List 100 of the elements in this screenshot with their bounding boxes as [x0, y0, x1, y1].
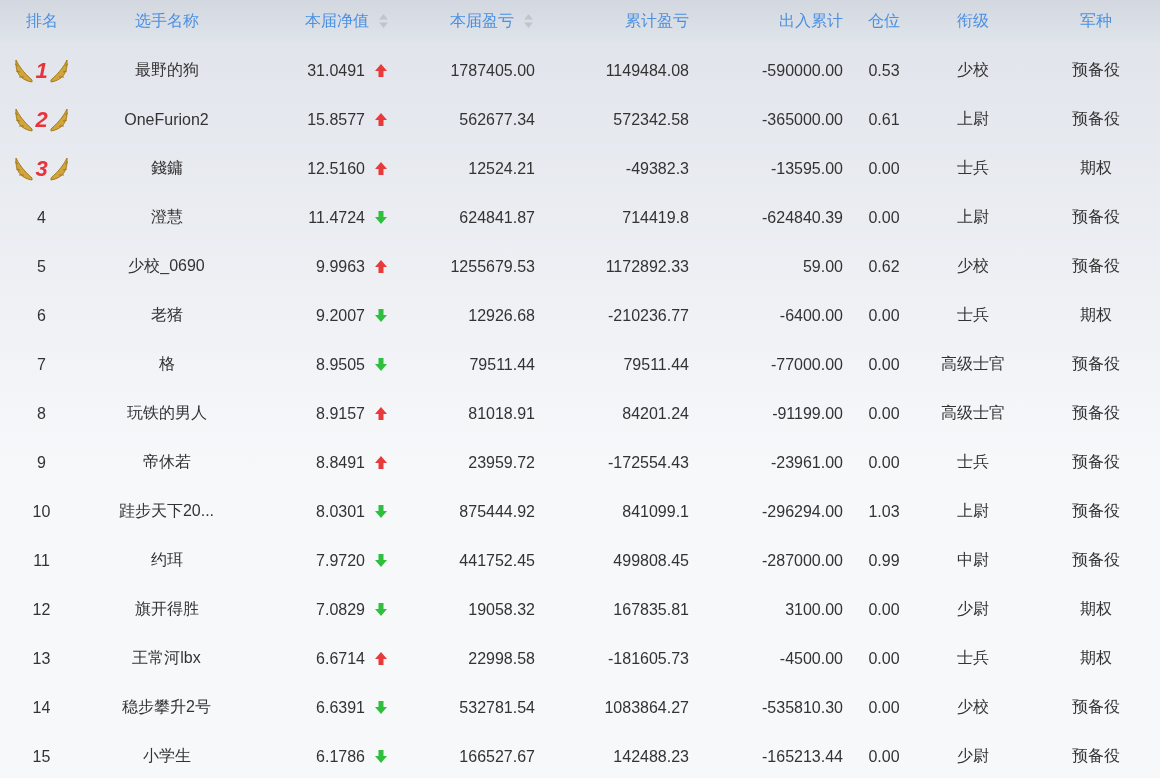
table-cell: -49382.3	[625, 159, 689, 178]
rank-number: 6	[37, 306, 46, 325]
sort-icon[interactable]	[379, 14, 388, 28]
table-cell: 19058.32	[468, 600, 535, 619]
player-name: OneFurion2	[124, 110, 209, 129]
table-cell: 875444.92	[459, 502, 535, 521]
net-value: 6.6714	[316, 649, 365, 668]
net-value: 9.9963	[316, 257, 365, 276]
laurel-icon	[48, 106, 69, 133]
column-header: 选手名称	[134, 10, 199, 31]
column-header[interactable]: 本届盈亏	[450, 10, 514, 32]
table-cell: 0.00	[868, 649, 900, 668]
net-value: 6.1786	[316, 747, 365, 766]
table-cell: 22998.58	[468, 649, 535, 668]
table-cell: 572342.58	[613, 110, 689, 129]
net-value: 8.0301	[316, 502, 365, 521]
table-cell: 12524.21	[468, 159, 535, 178]
table-cell: 0.00	[868, 208, 900, 227]
table-cell: 0.99	[868, 551, 900, 570]
table-cell-text: 预备役	[1071, 403, 1120, 423]
table-cell: 1.03	[868, 502, 900, 521]
table-cell: 0.00	[868, 159, 900, 178]
table-cell: 0.00	[868, 698, 900, 717]
player-name: 旗开得胜	[134, 599, 199, 619]
rank-number: 12	[32, 600, 51, 619]
rank-number: 7	[37, 355, 46, 374]
laurel-icon	[14, 106, 35, 133]
table-cell-text: 士兵	[957, 648, 989, 668]
table-cell: 1149484.08	[605, 61, 689, 80]
rank-number: 13	[32, 649, 51, 668]
table-cell-text: 士兵	[957, 158, 989, 178]
table-cell: 81018.91	[468, 404, 535, 423]
table-cell: 499808.45	[613, 551, 689, 570]
player-name: 玩铁的男人	[126, 403, 207, 423]
player-name: 帝休若	[142, 452, 191, 472]
table-cell-text: 少尉	[957, 746, 989, 766]
column-header: 出入累计	[779, 10, 843, 31]
net-value: 31.0491	[307, 61, 365, 80]
rank-number: 3	[35, 155, 48, 182]
column-header: 军种	[1079, 10, 1112, 31]
table-cell: 142488.23	[613, 747, 689, 766]
table-cell-text: 预备役	[1071, 550, 1120, 570]
rank-number: 14	[32, 698, 51, 717]
laurel-icon	[48, 57, 69, 84]
table-cell: 12926.68	[468, 306, 535, 325]
table-cell: -77000.00	[770, 355, 843, 374]
table-cell-text: 预备役	[1071, 452, 1120, 472]
player-name: 老猪	[150, 305, 183, 325]
table-cell: 59.00	[802, 257, 843, 276]
table-cell: 714419.8	[622, 208, 689, 227]
table-cell-text: 高级士官	[941, 354, 1005, 374]
table-cell-text: 上尉	[957, 109, 989, 129]
table-cell: 0.61	[868, 110, 900, 129]
table-cell: -23961.00	[770, 453, 843, 472]
column-header[interactable]: 本届净值	[305, 10, 369, 32]
player-name: 少校_0690	[128, 256, 205, 276]
sort-icon[interactable]	[524, 14, 533, 28]
table-cell: 3100.00	[785, 600, 843, 619]
rank-number: 1	[35, 57, 48, 84]
rank-number: 5	[37, 257, 46, 276]
net-value: 9.2007	[316, 306, 365, 325]
rank-number: 9	[37, 453, 46, 472]
table-cell-text: 高级士官	[941, 403, 1005, 423]
player-name: 约珥	[150, 550, 183, 570]
table-cell: 79511.44	[623, 355, 689, 374]
net-value: 15.8577	[307, 110, 365, 129]
net-value: 8.9505	[316, 355, 365, 374]
table-cell: 167835.81	[613, 600, 689, 619]
table-cell: 166527.67	[459, 747, 535, 766]
net-value: 8.8491	[316, 453, 365, 472]
column-header: 仓位	[868, 10, 900, 31]
table-cell: -172554.43	[608, 453, 689, 472]
table-cell: -181605.73	[608, 649, 689, 668]
rank-number: 10	[32, 502, 51, 521]
table-cell-text: 少校	[957, 256, 989, 276]
table-cell: -624840.39	[762, 208, 843, 227]
table-cell: -13595.00	[770, 159, 843, 178]
table-cell-text: 士兵	[957, 452, 989, 472]
table-cell: 562677.34	[459, 110, 535, 129]
table-cell-text: 期权	[1079, 305, 1112, 325]
table-cell-text: 期权	[1079, 648, 1112, 668]
table-cell-text: 期权	[1079, 599, 1112, 619]
table-cell: -210236.77	[608, 306, 689, 325]
table-cell-text: 中尉	[957, 550, 989, 570]
net-value: 12.5160	[307, 159, 365, 178]
table-cell: 0.00	[868, 404, 900, 423]
net-value: 7.0829	[316, 600, 365, 619]
net-value: 8.9157	[316, 404, 365, 423]
player-name: 澄慧	[150, 207, 183, 227]
table-cell: 0.62	[868, 257, 900, 276]
table-cell: 23959.72	[468, 453, 535, 472]
table-cell: 0.00	[868, 453, 900, 472]
table-cell: 0.00	[868, 355, 900, 374]
column-header: 衔级	[957, 10, 989, 31]
table-cell: -91199.00	[772, 404, 843, 423]
table-cell-text: 预备役	[1071, 697, 1120, 717]
table-cell: 1255679.53	[450, 257, 535, 276]
net-value: 6.6391	[316, 698, 365, 717]
player-name: 最野的狗	[134, 60, 199, 80]
table-cell: -4500.00	[779, 649, 843, 668]
